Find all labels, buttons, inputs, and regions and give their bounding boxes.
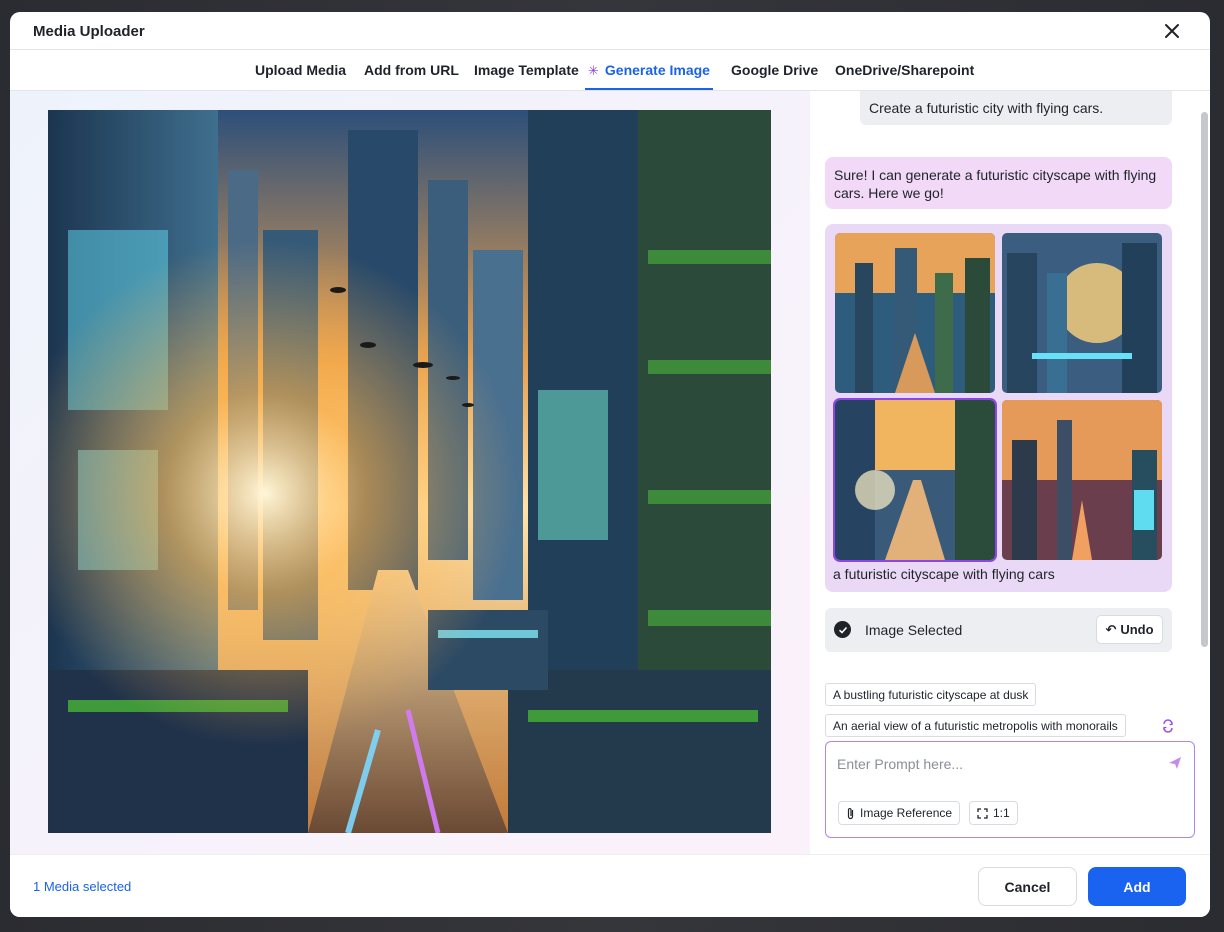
generated-thumbnail-selected[interactable] <box>833 398 997 562</box>
tab-label: OneDrive/Sharepoint <box>835 62 975 78</box>
prompt-box: Image Reference 1:1 <box>825 741 1195 838</box>
source-tabs: Upload Media Add from URL Image Template… <box>10 51 1210 91</box>
generated-thumbnail[interactable] <box>1002 400 1162 560</box>
generated-thumbnail[interactable] <box>1002 233 1162 393</box>
undo-label: Undo <box>1120 622 1154 637</box>
tab-image-template[interactable]: Image Template <box>474 51 579 90</box>
aspect-ratio-button[interactable]: 1:1 <box>969 801 1018 825</box>
modal-header: Media Uploader <box>10 12 1210 50</box>
tab-generate-image[interactable]: ✳ Generate Image <box>585 51 713 90</box>
modal-footer: 1 Media selected Cancel Add <box>10 854 1210 917</box>
preview-pane <box>10 91 810 854</box>
gallery-caption: a futuristic cityscape with flying cars <box>833 566 1055 582</box>
bot-message: Sure! I can generate a futuristic citysc… <box>825 157 1172 209</box>
suggestion-chip[interactable]: A bustling futuristic cityscape at dusk <box>825 683 1037 706</box>
tab-label: Add from URL <box>364 62 459 78</box>
scrollbar-thumb[interactable] <box>1201 112 1208 647</box>
tab-label: Google Drive <box>731 62 819 78</box>
generated-image-preview <box>48 110 771 833</box>
chat-scrollbar[interactable] <box>1199 91 1210 659</box>
paperclip-icon <box>847 807 854 819</box>
image-selected-label: Image Selected <box>865 622 963 638</box>
tab-onedrive-sharepoint[interactable]: OneDrive/Sharepoint <box>835 51 974 90</box>
close-button[interactable] <box>1161 20 1183 42</box>
expand-icon <box>977 807 988 819</box>
undo-button[interactable]: ↶ Undo <box>1096 615 1163 644</box>
undo-icon: ↶ <box>1105 621 1117 637</box>
suggestion-chip[interactable]: An aerial view of a futuristic metropoli… <box>825 714 1126 737</box>
image-selected-banner: Image Selected ↶ Undo <box>825 608 1172 652</box>
image-reference-button[interactable]: Image Reference <box>838 801 961 825</box>
chat-pane: Create a futuristic city with flying car… <box>810 91 1210 854</box>
check-circle-icon <box>834 621 851 638</box>
tab-add-from-url[interactable]: Add from URL <box>364 51 459 90</box>
aspect-ratio-label: 1:1 <box>993 806 1010 820</box>
close-icon <box>1165 24 1179 38</box>
image-reference-label: Image Reference <box>860 806 953 820</box>
tab-upload-media[interactable]: Upload Media <box>255 51 346 90</box>
modal-title: Media Uploader <box>33 23 145 40</box>
tab-label: Image Template <box>474 62 579 78</box>
media-selected-link[interactable]: 1 Media selected <box>33 879 131 894</box>
refresh-suggestions-icon[interactable] <box>1161 719 1175 733</box>
prompt-input[interactable] <box>837 754 1157 774</box>
tab-label: Upload Media <box>255 62 347 78</box>
media-uploader-modal: Media Uploader Upload Media Add from URL… <box>10 12 1210 917</box>
generated-gallery: a futuristic cityscape with flying cars <box>825 224 1172 592</box>
add-button[interactable]: Add <box>1088 867 1186 906</box>
tab-google-drive[interactable]: Google Drive <box>731 51 818 90</box>
generated-thumbnail[interactable] <box>835 233 995 393</box>
user-message: Create a futuristic city with flying car… <box>860 91 1172 125</box>
send-icon[interactable] <box>1168 756 1182 770</box>
cancel-button[interactable]: Cancel <box>978 867 1077 906</box>
sparkle-icon: ✳ <box>588 63 599 78</box>
tab-label: Generate Image <box>604 62 710 78</box>
